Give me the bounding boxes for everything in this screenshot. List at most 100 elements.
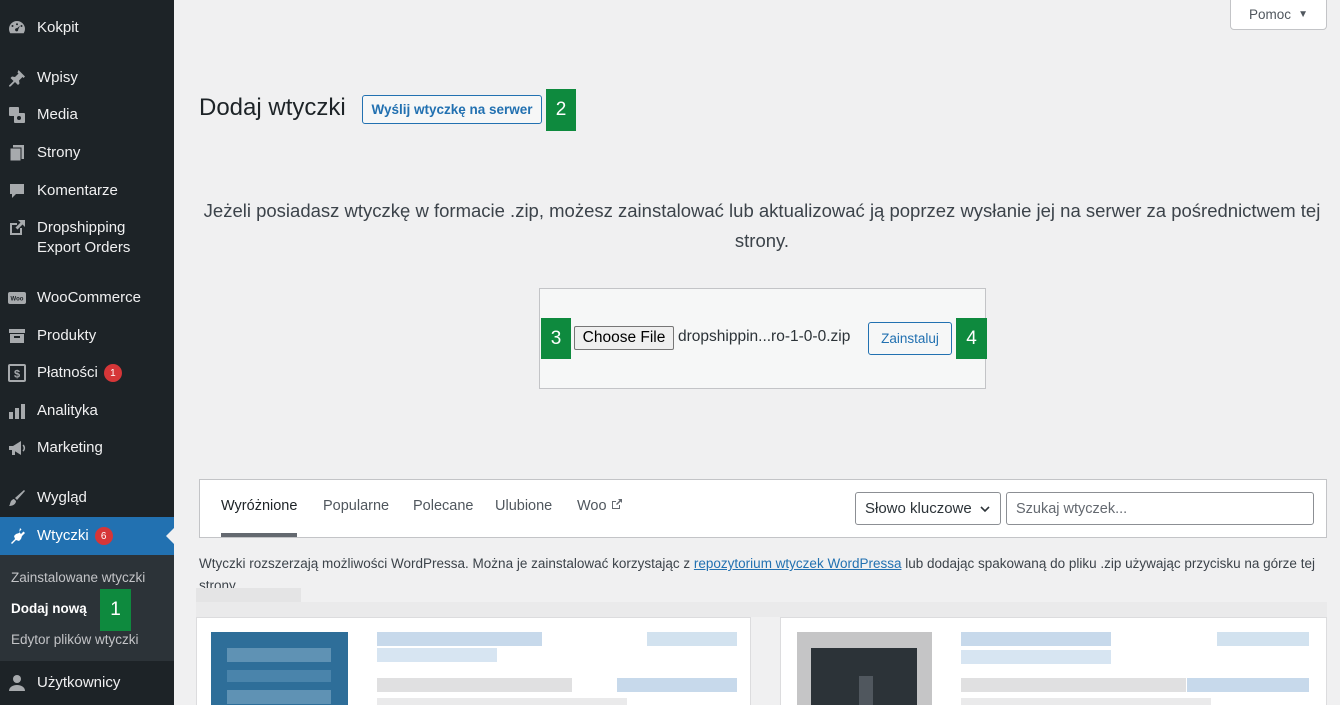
external-link-icon [7, 218, 27, 238]
tab-label: Polecane [413, 498, 474, 514]
sidebar-item-wpisy[interactable]: Wpisy [0, 68, 174, 88]
sidebar-item-label: Strony [37, 144, 81, 161]
bar-chart-icon [7, 401, 27, 421]
dollar-icon: $ [7, 363, 27, 383]
tab-label: Wyróżnione [221, 498, 298, 514]
description-text: Wtyczki rozszerzają możliwości WordPress… [199, 556, 694, 571]
archive-icon [7, 326, 27, 346]
sidebar-item-analityka[interactable]: Analityka [0, 401, 174, 421]
svg-text:Woo: Woo [11, 297, 24, 303]
tab-recommended[interactable]: Polecane [413, 498, 473, 514]
sidebar-item-media[interactable]: Media [0, 105, 174, 125]
pixel-block [961, 650, 1111, 664]
sidebar-item-produkty[interactable]: Produkty [0, 326, 174, 346]
help-label: Pomoc [1249, 7, 1292, 22]
woo-icon: Woo [7, 288, 27, 308]
comment-icon [7, 181, 27, 201]
sidebar-item-label: Dropshipping [37, 219, 126, 236]
pixel-block [227, 648, 331, 662]
tab-label: Popularne [323, 498, 390, 514]
step-marker-1: 1 [100, 589, 131, 631]
active-indicator [166, 528, 174, 544]
sidebar-item-wyglad[interactable]: Wygląd [0, 488, 174, 508]
sidebar-item-label: Media [37, 106, 78, 123]
submenu-item-installed[interactable]: Zainstalowane wtyczki [11, 570, 145, 585]
plugin-card [196, 617, 751, 705]
step-marker-2: 2 [546, 89, 576, 131]
sidebar-item-label: Użytkownicy [37, 674, 121, 691]
selected-file-name: dropshippin...ro-1-0-0.zip [678, 328, 851, 345]
choose-file-button[interactable]: Choose File [574, 326, 674, 350]
pixel-block [647, 632, 737, 646]
sidebar-item-woocommerce[interactable]: Woo WooCommerce [0, 288, 174, 308]
sidebar-item-label: Analityka [37, 402, 98, 419]
sidebar-item-label: Kokpit [37, 19, 79, 36]
pixel-block [1187, 678, 1309, 692]
notification-badge: 1 [103, 364, 122, 382]
sidebar-item-label: Produkty [37, 327, 97, 344]
sidebar-item-label: Marketing [37, 439, 103, 456]
step-marker-3: 3 [541, 318, 571, 359]
admin-sidebar: Kokpit Wpisy Media Strony Komentarze Dro… [0, 0, 174, 705]
pixel-block [377, 632, 542, 646]
sidebar-item-marketing[interactable]: Marketing [0, 438, 174, 458]
chevron-down-icon [979, 502, 991, 519]
tab-label: Ulubione [495, 498, 553, 514]
caret-down-icon: ▼ [1298, 9, 1308, 20]
upload-plugin-button[interactable]: Wyślij wtyczkę na serwer [362, 95, 542, 124]
plugin-icon [7, 526, 27, 546]
sidebar-item-komentarze[interactable]: Komentarze [0, 181, 174, 201]
page-title: Dodaj wtyczki [199, 94, 346, 121]
pixelated-overlay [196, 588, 301, 602]
sidebar-item-label: Wtyczki [37, 527, 89, 544]
plugin-thumbnail [211, 632, 348, 705]
step-marker-4: 4 [956, 318, 987, 359]
sidebar-item-dropshipping[interactable]: Dropshipping Export Orders [0, 218, 174, 258]
brush-icon [7, 488, 27, 508]
tab-popular[interactable]: Popularne [323, 498, 389, 514]
pixel-block [377, 698, 627, 705]
submenu-item-add-new[interactable]: Dodaj nową [11, 601, 87, 616]
upload-instructions: Jeżeli posiadasz wtyczkę w formacie .zip… [203, 200, 1321, 251]
pixel-block [961, 632, 1111, 646]
pixel-block [859, 676, 873, 705]
pixel-block [961, 678, 1186, 692]
svg-text:$: $ [14, 369, 20, 381]
sidebar-item-label: WooCommerce [37, 289, 141, 306]
sidebar-item-label: Płatności [37, 364, 98, 381]
plugin-search-input[interactable] [1006, 492, 1314, 525]
sidebar-item-label: Wygląd [37, 489, 87, 506]
sidebar-item-label: Wpisy [37, 69, 78, 86]
dashboard-icon [7, 18, 27, 38]
megaphone-icon [7, 438, 27, 458]
pages-icon [7, 143, 27, 163]
sidebar-item-wtyczki[interactable]: Wtyczki 6 [0, 517, 174, 555]
tab-featured[interactable]: Wyróżnione [221, 498, 297, 514]
pixel-block [377, 648, 497, 662]
sidebar-item-label: Export Orders [37, 239, 131, 256]
pixel-block [377, 678, 572, 692]
tab-label: Woo [577, 498, 607, 514]
plugin-thumbnail [797, 632, 932, 705]
tab-woo[interactable]: Woo [577, 498, 623, 514]
tab-favorites[interactable]: Ulubione [495, 498, 552, 514]
sidebar-item-strony[interactable]: Strony [0, 143, 174, 163]
help-button[interactable]: Pomoc ▼ [1230, 0, 1327, 30]
sidebar-item-kokpit[interactable]: Kokpit [0, 18, 174, 38]
pixel-block [961, 698, 1211, 705]
pixelated-overlay [196, 602, 1327, 617]
install-now-button[interactable]: Zainstaluj [868, 322, 952, 355]
pixel-block [227, 670, 331, 682]
sidebar-item-label: Komentarze [37, 182, 118, 199]
sidebar-item-uzytkownicy[interactable]: Użytkownicy [0, 673, 174, 693]
pixel-block [617, 678, 737, 692]
sidebar-item-platnosci[interactable]: $ Płatności 1 [0, 363, 174, 383]
search-type-select[interactable]: Słowo kluczowe [855, 492, 1001, 525]
active-tab-indicator [221, 533, 297, 537]
repository-link[interactable]: repozytorium wtyczek WordPressa [694, 556, 902, 571]
pixel-block [227, 690, 331, 704]
pixel-block [1217, 632, 1309, 646]
plugin-card [780, 617, 1327, 705]
media-icon [7, 105, 27, 125]
submenu-item-editor[interactable]: Edytor plików wtyczki [11, 632, 139, 647]
